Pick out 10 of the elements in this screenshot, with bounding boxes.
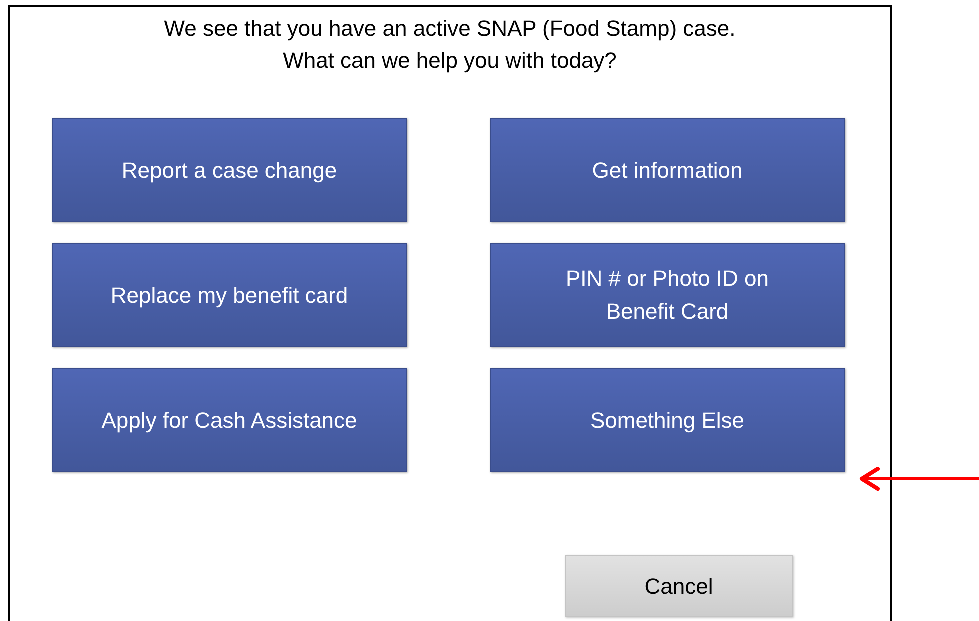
option-button[interactable]: Get information	[490, 118, 845, 222]
option-button[interactable]: PIN # or Photo ID on Benefit Card	[490, 243, 845, 347]
prompt-text: We see that you have an active SNAP (Food Stamp) case.	[164, 15, 736, 43]
option-button[interactable]: Replace my benefit card	[52, 243, 407, 347]
option-button[interactable]: Report a case change	[52, 118, 407, 222]
option-button[interactable]: Apply for Cash Assistance	[52, 368, 407, 472]
option-button[interactable]: Something Else	[490, 368, 845, 472]
arrow-icon	[858, 467, 979, 491]
cancel-button[interactable]: Cancel	[565, 555, 793, 617]
prompt-text: What can we help you with today?	[283, 47, 617, 75]
